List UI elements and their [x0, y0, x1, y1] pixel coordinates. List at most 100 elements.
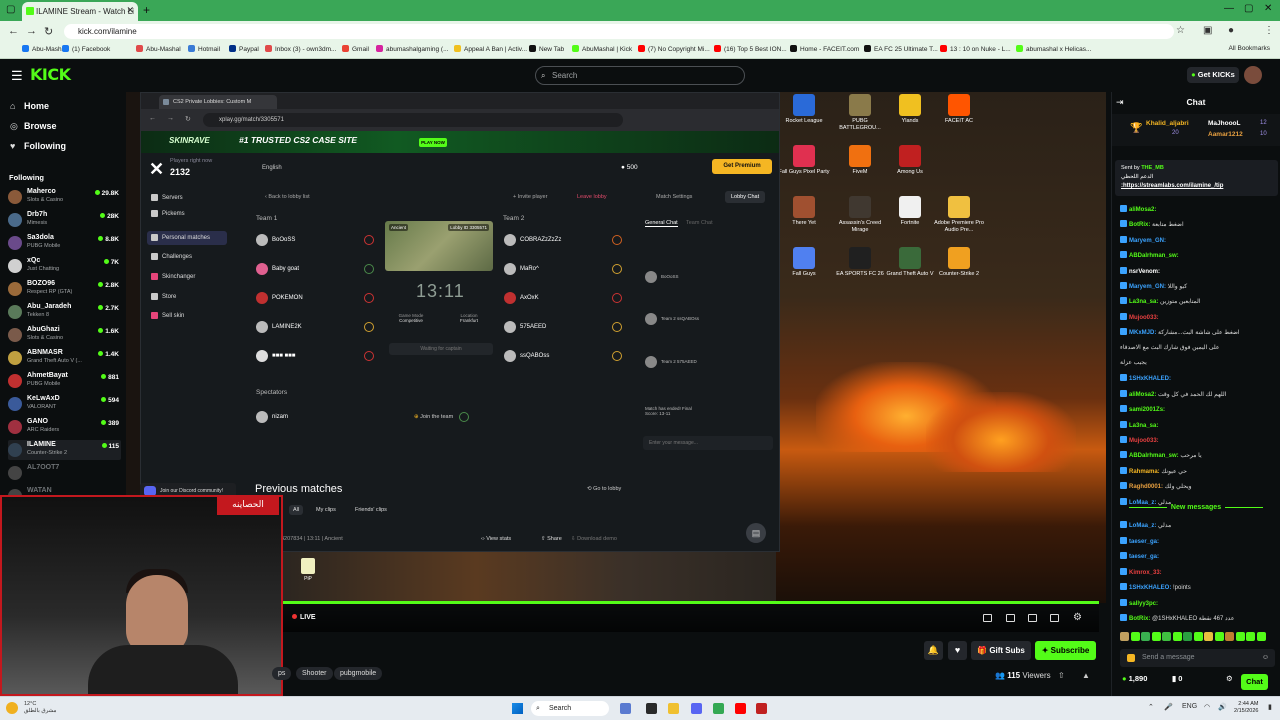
taskbar-clock[interactable]: 2:44 AM 2/15/2026 [1234, 701, 1258, 715]
chat-username[interactable]: Kimrox_33: [1129, 570, 1162, 576]
chat-message[interactable]: sallyy3pc: [1120, 598, 1278, 607]
weather-icon[interactable] [6, 702, 18, 714]
emote-icon[interactable] [1162, 632, 1171, 641]
tag-chip[interactable]: pubgmobile [334, 667, 383, 680]
chat-username[interactable]: BotRix: [1129, 222, 1150, 228]
chat-username[interactable]: aliMosa2: [1129, 392, 1156, 398]
subscribe-button[interactable]: ✦ Subscribe [1035, 641, 1096, 660]
search-input[interactable]: ⌕ Search [535, 66, 745, 85]
sidebar-channel[interactable]: Drb7h Mimesis 28K [8, 210, 121, 230]
chat-username[interactable]: LoMaa_z: [1129, 523, 1156, 529]
chat-username[interactable]: sami2001Zs: [1129, 407, 1165, 413]
chat-input[interactable]: Send a message ☺ [1120, 649, 1275, 667]
bookmark-item[interactable]: abumashal x Helicas... [1016, 45, 1091, 53]
reload-icon[interactable]: ↻ [44, 25, 53, 38]
more-options-icon[interactable]: ▲ [1082, 671, 1090, 680]
pinned-link[interactable]: :https://streamlabs.com/ilamine_/tip [1121, 183, 1223, 189]
chat-username[interactable]: ABDalrhman_sw: [1129, 453, 1179, 459]
chat-message[interactable]: 1SHxKHALED: [1120, 374, 1278, 382]
chat-message[interactable]: aliMosa2: اللهم لك الحمد في كل وقت [1120, 389, 1278, 398]
forward-icon[interactable]: → [26, 25, 37, 37]
chat-username[interactable]: 1SHxKHALED: [1129, 376, 1171, 382]
chat-message[interactable]: nsrVenom: [1120, 266, 1278, 275]
chat-message[interactable]: MKxMJD: اضغط على شاشة البث...مشاركة [1120, 328, 1278, 336]
chat-send-button[interactable]: Chat [1241, 674, 1268, 690]
emote-icon[interactable] [1193, 632, 1203, 641]
bookmark-item[interactable]: EA FC 25 Ultimate T... [864, 45, 938, 53]
chat-message[interactable]: taeser_ga: [1120, 536, 1278, 545]
chat-message[interactable]: Maryem_GN: [1120, 235, 1278, 244]
bookmark-item[interactable]: Home - FACEIT.com [790, 45, 859, 53]
sidebar-channel[interactable]: Abu_Jaradeh Tekken 8 2.7K [8, 302, 121, 322]
chat-message[interactable]: Mujoo033: [1120, 312, 1278, 321]
chat-message[interactable]: taeser_ga: [1120, 552, 1278, 560]
emoji-icon[interactable]: ☺ [1262, 649, 1269, 667]
notification-bell-button[interactable]: 🔔 [924, 641, 943, 660]
chat-username[interactable]: Mujoo033: [1129, 315, 1159, 321]
extensions-icon[interactable]: ▣ [1203, 25, 1212, 36]
tag-chip[interactable]: ps [272, 667, 292, 680]
sidebar-channel[interactable]: AbuGhazi Slots & Casino 1.6K [8, 325, 121, 345]
chat-message[interactable]: BotRix: @1SHxKHALEO عدد 467 نقطة [1120, 614, 1278, 622]
sidebar-channel[interactable]: xQc Just Chatting 7K [8, 256, 121, 276]
taskbar-search[interactable]: ⌕ Search [531, 701, 609, 716]
bookmark-item[interactable]: Hotmail [188, 45, 220, 53]
emote-icon[interactable] [1120, 632, 1129, 641]
bookmark-item[interactable]: AbuMashal | Kick [572, 45, 632, 53]
chat-username[interactable]: ABDalrhman_sw: [1129, 253, 1179, 259]
chat-username[interactable]: Raghd0001: [1129, 484, 1163, 490]
pip-mode-icon[interactable] [1028, 614, 1037, 622]
file-explorer-icon[interactable] [668, 703, 679, 714]
emote-icon[interactable] [1141, 632, 1150, 641]
sidebar-channel[interactable]: Sa3dola PUBG Mobile 8.8K [8, 233, 121, 253]
get-kicks-button[interactable]: ● Get KICKs [1187, 67, 1239, 83]
bookmark-item[interactable]: (7) No Copyright Mi... [638, 45, 710, 53]
tray-chevron-icon[interactable]: ⌃ [1148, 703, 1154, 711]
emote-icon[interactable] [1235, 632, 1245, 641]
wifi-icon[interactable]: ◠ [1204, 703, 1210, 711]
chat-username[interactable]: Maryem_GN: [1129, 284, 1166, 290]
chat-message[interactable]: على اليمين فوق شارك البث مع الاصدقاء [1120, 344, 1278, 351]
bookmark-item[interactable]: 13 : 10 on Nuke - L... [940, 45, 1011, 53]
chat-message[interactable]: aliMosa2: [1120, 205, 1278, 213]
language-icon[interactable]: ENG [1182, 703, 1197, 710]
bookmark-item[interactable]: Gmail [342, 45, 369, 53]
emote-icon[interactable] [1246, 632, 1255, 641]
chat-username[interactable]: Rahmama: [1129, 469, 1160, 475]
emote-icon[interactable] [1151, 632, 1161, 641]
nav-browse[interactable]: ◎ Browse [10, 121, 57, 132]
hamburger-menu-icon[interactable]: ☰ [11, 68, 23, 84]
taskbar-app-icon[interactable] [646, 703, 657, 714]
tag-chip[interactable]: Shooter [296, 667, 333, 680]
gift-subs-button[interactable]: 🎁 Gift Subs [971, 641, 1031, 660]
chat-message[interactable]: La3na_sa: المتابعين متوزين [1120, 297, 1278, 305]
chat-message[interactable]: Kimrox_33: [1120, 567, 1278, 576]
taskbar-app-icon[interactable] [756, 703, 767, 714]
emote-icon[interactable] [1204, 632, 1213, 641]
mic-icon[interactable]: 🎤 [1164, 703, 1173, 711]
sidebar-channel[interactable]: Maherco Slots & Casino 29.8K [8, 187, 121, 207]
chat-message[interactable]: ABDalrhman_sw: يا مرحب [1120, 451, 1278, 459]
user-avatar[interactable] [1244, 66, 1262, 84]
bookmark-item[interactable]: Paypal [229, 45, 259, 53]
bookmark-item[interactable]: Appeal A Ban | Activ... [454, 45, 527, 53]
browser-tab-active[interactable]: ILAMINE Stream - Watch Li ✕ [22, 2, 138, 21]
bookmark-item[interactable]: (16) Top 5 Best ION... [714, 45, 787, 53]
bookmark-item[interactable]: Abu-Mashal [136, 45, 181, 53]
emote-icon[interactable] [1214, 632, 1224, 641]
chat-username[interactable]: La3na_sa: [1129, 423, 1158, 429]
chrome-icon[interactable] [713, 703, 724, 714]
tab-search-icon[interactable]: ▢ [6, 4, 15, 15]
settings-gear-icon[interactable]: ⚙ [1073, 612, 1082, 623]
chat-message[interactable]: Maryem_GN: كيو واللا [1120, 282, 1278, 290]
weather-widget[interactable]: 12°C مشرق بالطلق [24, 701, 56, 715]
chat-username[interactable]: sallyy3pc: [1129, 601, 1158, 607]
theater-mode-icon[interactable] [983, 614, 992, 622]
chat-username[interactable]: taeser_ga: [1129, 554, 1159, 560]
chat-message[interactable]: BotRix: اضغط متابعة [1120, 220, 1278, 228]
taskbar-app-icon[interactable] [620, 703, 631, 714]
chat-username[interactable]: Maryem_GN: [1129, 238, 1166, 244]
chat-username[interactable]: aliMosa2: [1129, 207, 1156, 213]
volume-icon[interactable]: 🔊 [1218, 703, 1227, 711]
windows-start-icon[interactable] [512, 703, 523, 714]
